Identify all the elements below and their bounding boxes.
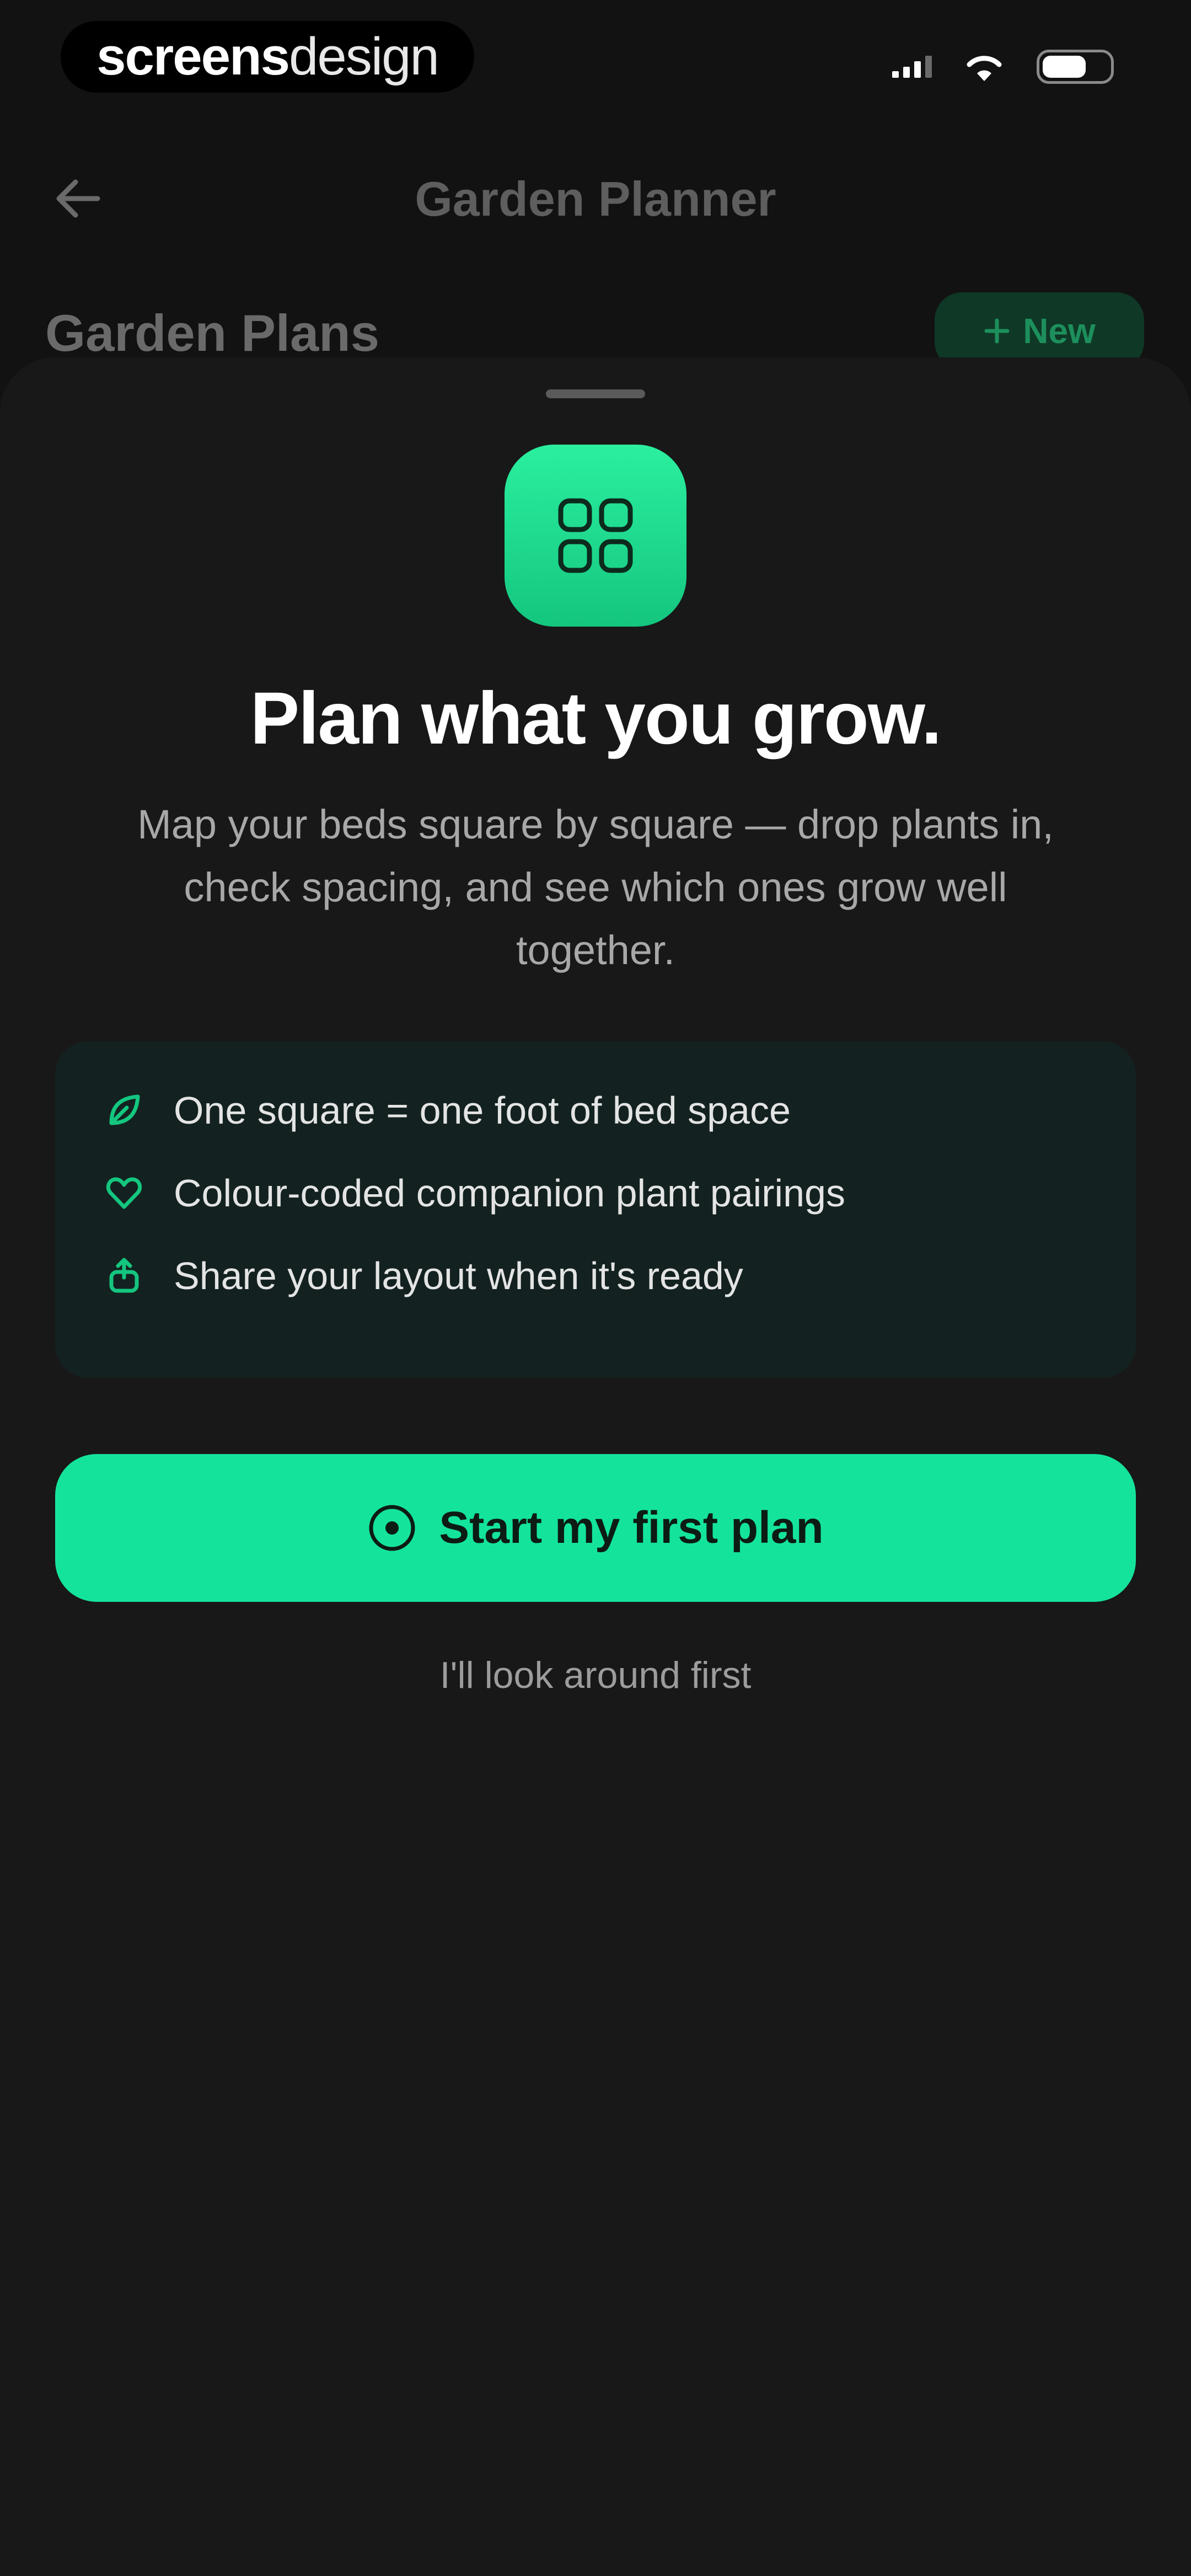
cellular-signal-icon: [892, 56, 932, 78]
status-icons: [892, 50, 1114, 84]
look-around-link[interactable]: I'll look around first: [0, 1654, 1191, 1697]
feature-label: Share your layout when it's ready: [174, 1254, 743, 1297]
feature-item: Colour-coded companion plant pairings: [99, 1152, 1136, 1234]
share-icon: [99, 1251, 149, 1301]
brand-logo-part2: design: [289, 27, 439, 86]
feature-item: One square = one foot of bed space: [99, 1069, 1136, 1152]
grid-icon: [505, 445, 686, 627]
brand-logo-part1: screens: [96, 27, 290, 86]
feature-label: One square = one foot of bed space: [174, 1089, 791, 1132]
wifi-icon: [967, 56, 1002, 81]
nav-bar: Garden Planner: [0, 160, 1191, 237]
battery-icon: [1037, 50, 1114, 84]
list-title: Garden Plans: [45, 304, 379, 362]
leaf-icon: [99, 1086, 149, 1135]
onboarding-sheet: Plan what you grow. Map your beds square…: [0, 357, 1191, 2576]
feature-item: Share your layout when it's ready: [99, 1234, 1136, 1317]
headline: Plan what you grow.: [250, 677, 942, 760]
feature-label: Colour-coded companion plant pairings: [174, 1172, 845, 1215]
status-bar: screens design: [0, 0, 1191, 127]
target-icon: [369, 1505, 415, 1551]
start-plan-label: Start my first plan: [439, 1503, 824, 1553]
heart-icon: [99, 1168, 149, 1218]
description: Map your beds square by square — drop pl…: [137, 801, 1054, 973]
new-plan-label: New: [1023, 311, 1096, 351]
sheet-grabber[interactable]: [546, 389, 645, 398]
feature-list: One square = one foot of bed space Colou…: [55, 1041, 1136, 1378]
nav-title: Garden Planner: [415, 172, 776, 226]
start-plan-button[interactable]: Start my first plan: [55, 1454, 1136, 1602]
brand-logo: screens design: [61, 21, 474, 93]
plus-icon: [984, 318, 1010, 344]
